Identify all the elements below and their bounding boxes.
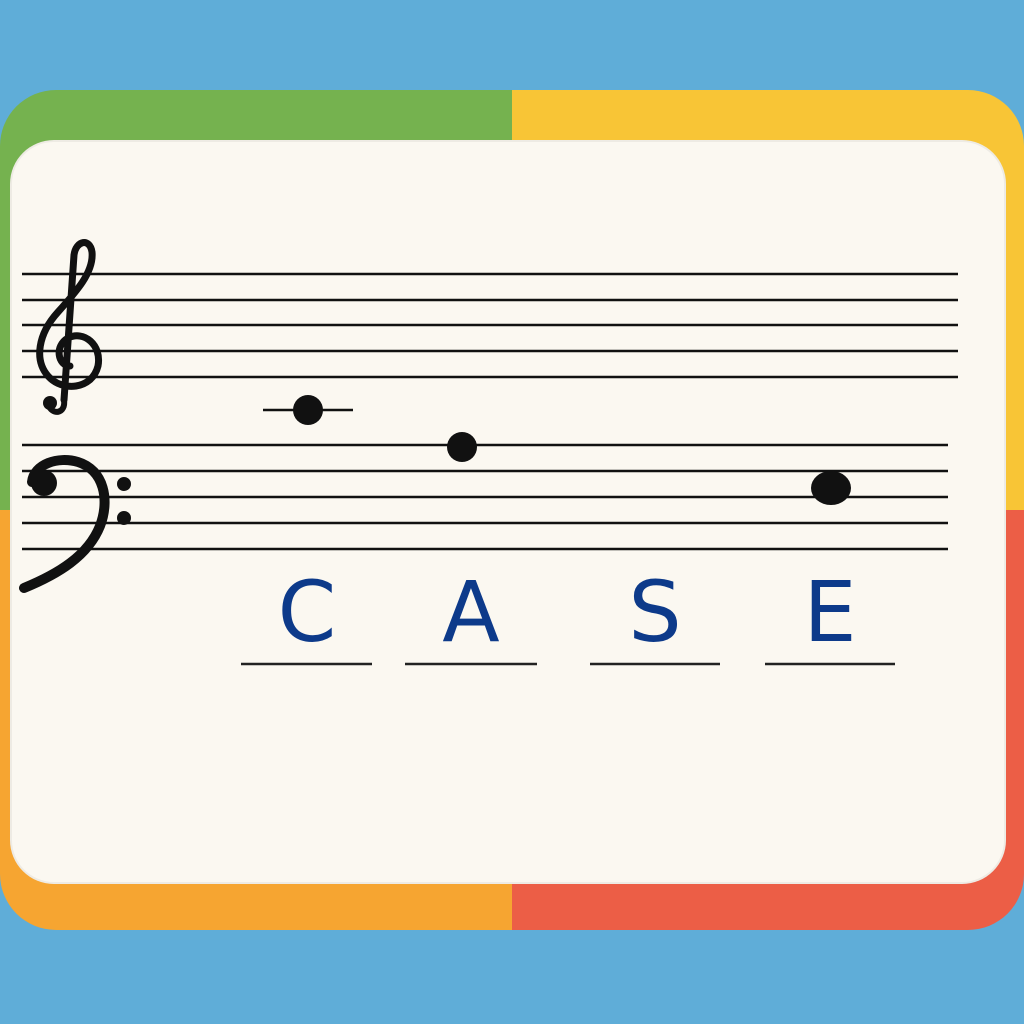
treble-staff [22,272,958,379]
answer-letter: S [628,563,682,661]
note-e [811,471,851,505]
note-middle-c [263,395,353,425]
treble-clef-icon [36,239,103,415]
answer-letter: A [442,563,500,661]
answer-letter: E [803,563,857,661]
note-a [447,432,477,462]
answer-letter: C [277,563,337,661]
grand-staff [19,239,958,666]
bass-staff [22,443,948,551]
